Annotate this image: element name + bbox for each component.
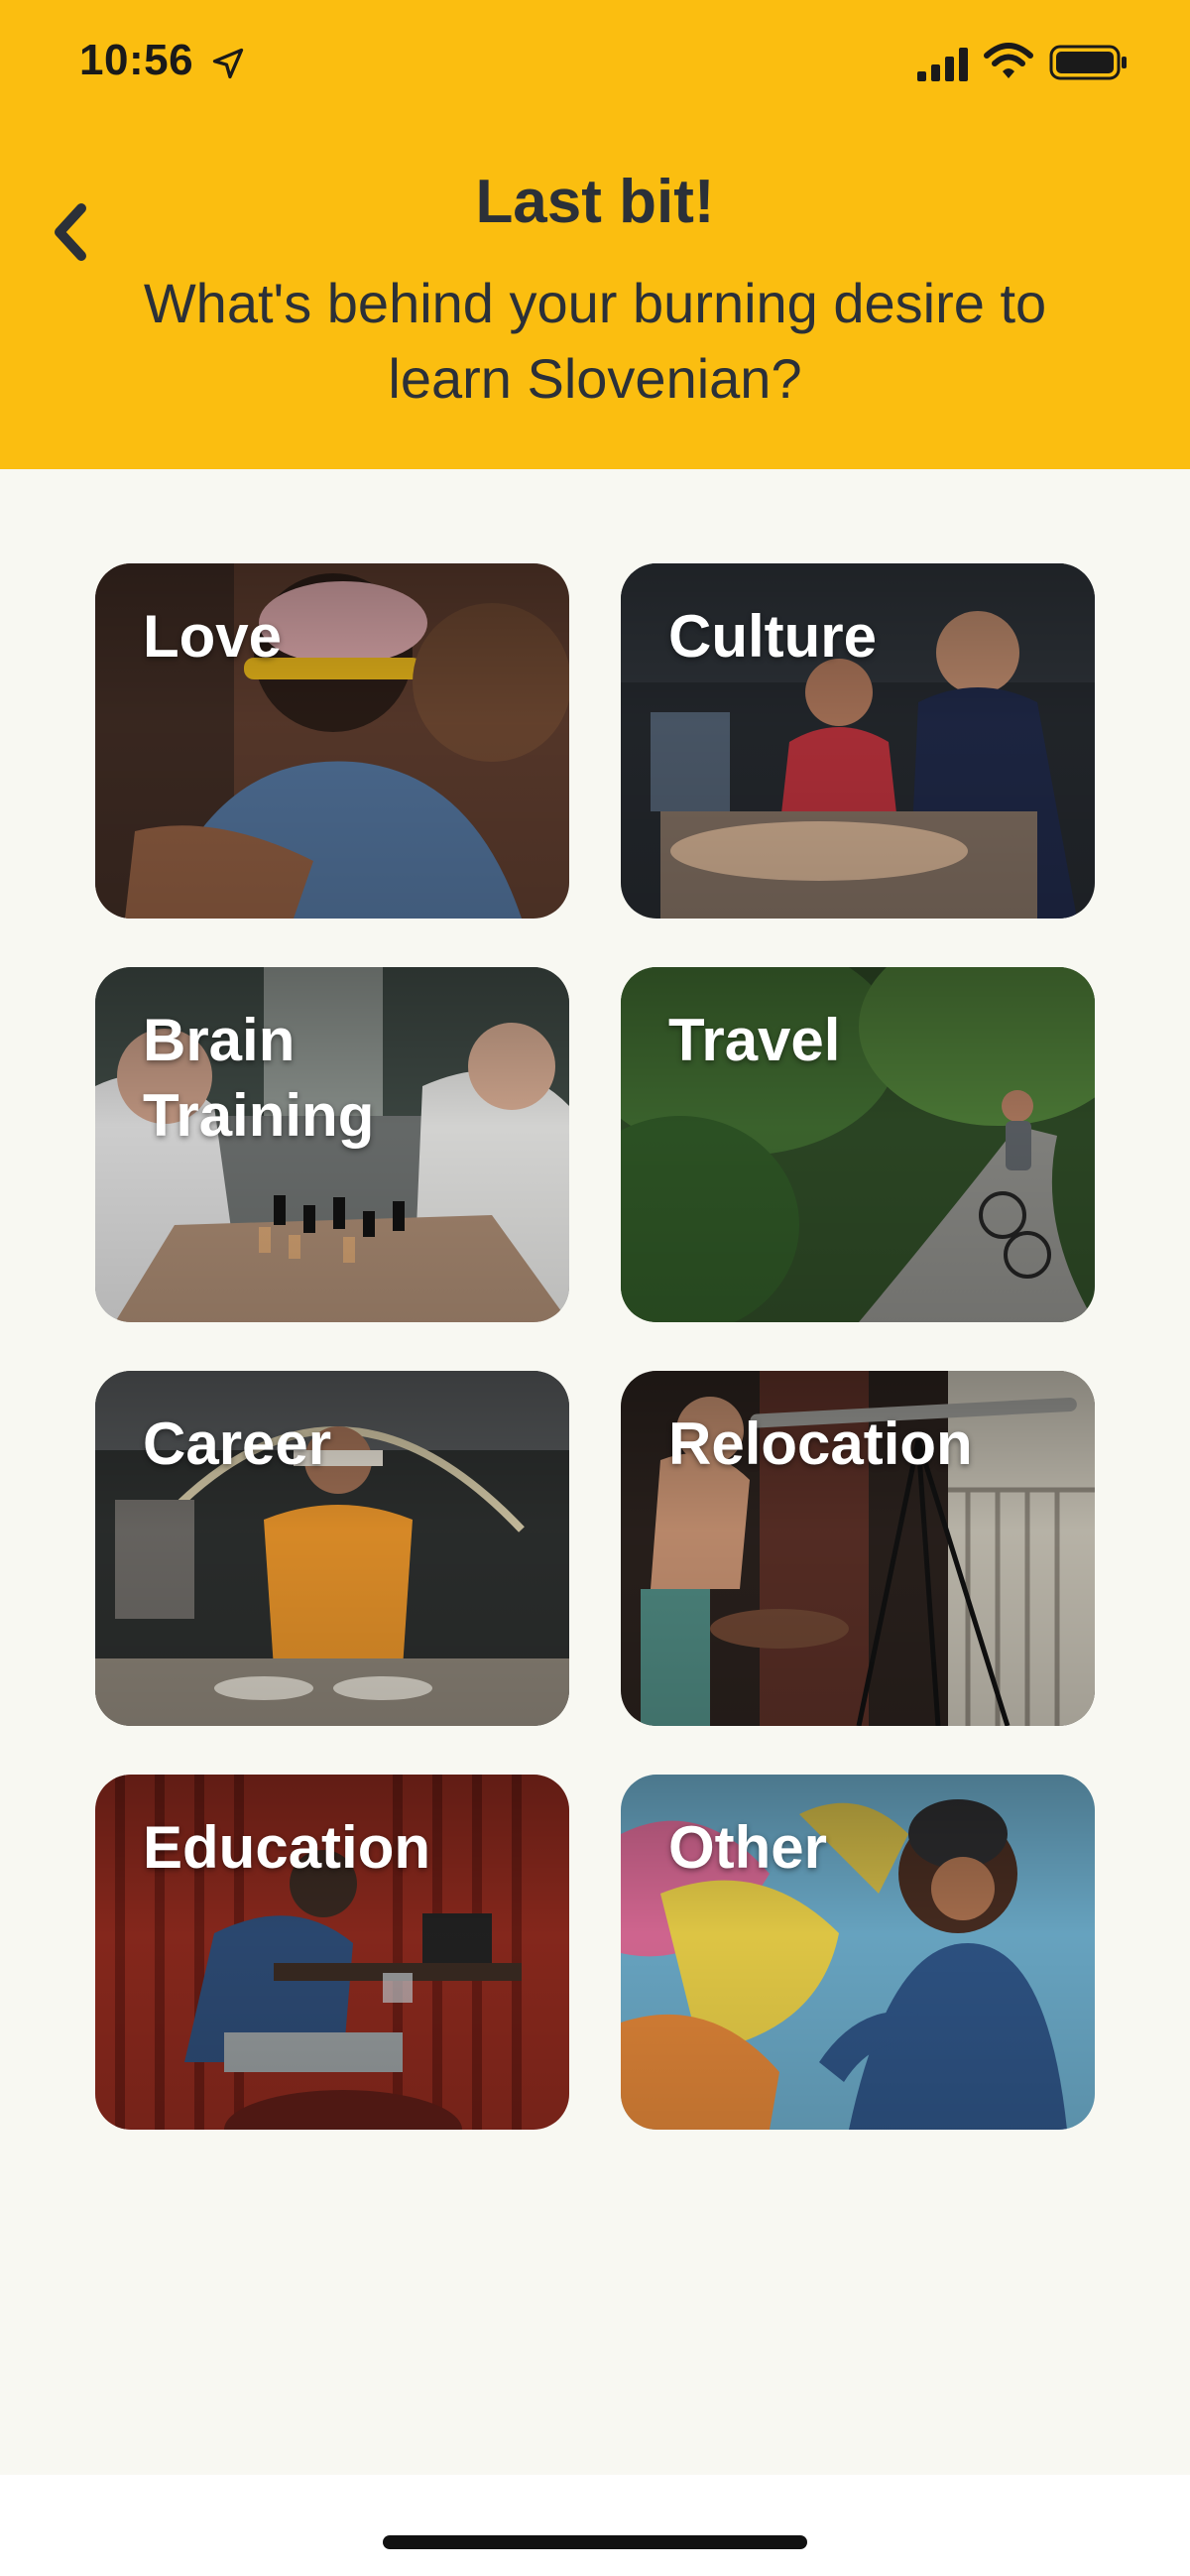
- option-card-brain-training[interactable]: Brain Training: [95, 967, 569, 1322]
- option-card-travel[interactable]: Travel: [621, 967, 1095, 1322]
- option-label: Career: [143, 1411, 332, 1477]
- option-label: Relocation: [668, 1411, 973, 1477]
- battery-icon: [1049, 45, 1127, 80]
- option-card-culture[interactable]: Culture: [621, 563, 1095, 919]
- signal-icon: [917, 48, 968, 81]
- page-title: Last bit!: [475, 168, 715, 236]
- status-time: 10:56: [79, 36, 194, 84]
- option-card-relocation[interactable]: Relocation: [621, 1371, 1095, 1726]
- home-indicator[interactable]: [383, 2535, 807, 2549]
- option-label: Travel: [668, 1007, 841, 1073]
- header: 10:56 Last bit! What's behind your burni…: [0, 0, 1190, 469]
- option-card-career[interactable]: Career: [95, 1371, 569, 1726]
- option-label: Brain Training: [143, 1007, 375, 1149]
- option-label: Other: [668, 1814, 828, 1881]
- page-subtitle: What's behind your burning desire to lea…: [143, 272, 1047, 410]
- location-arrow-icon: [212, 48, 244, 79]
- option-label: Love: [143, 603, 283, 670]
- option-card-other[interactable]: Other: [621, 1775, 1095, 2130]
- option-card-education[interactable]: Education: [95, 1775, 569, 2130]
- option-label: Education: [143, 1814, 431, 1881]
- wifi-icon: [984, 43, 1033, 78]
- option-label: Culture: [668, 603, 877, 670]
- option-card-love[interactable]: Love: [95, 563, 569, 919]
- bottom-bar: [0, 2475, 1190, 2576]
